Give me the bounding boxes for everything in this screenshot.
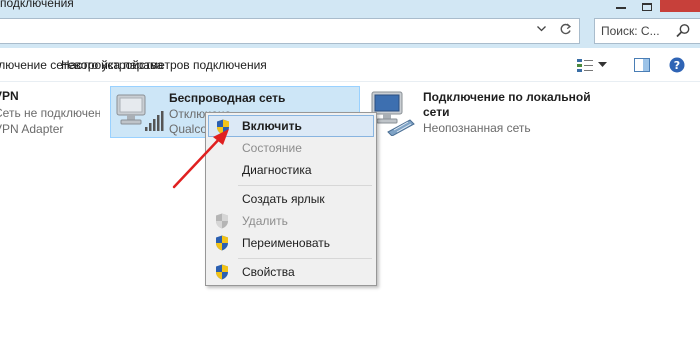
- shield-icon: [216, 264, 228, 280]
- shield-icon: [217, 119, 229, 135]
- menu-item-label: Состояние: [242, 141, 302, 155]
- search-icon: [676, 24, 690, 38]
- menu-item-diagnostics[interactable]: Диагностика: [208, 159, 374, 181]
- minimize-icon: [616, 7, 626, 9]
- address-history-button[interactable]: [534, 22, 548, 36]
- help-button[interactable]: ?: [668, 56, 686, 74]
- change-view-button[interactable]: [576, 56, 616, 74]
- title-bar: подключения: [0, 0, 700, 14]
- svg-text:?: ?: [674, 59, 680, 72]
- menu-item-label: Переименовать: [242, 236, 330, 250]
- wireless-network-icon: [116, 94, 164, 131]
- help-icon: ?: [669, 57, 685, 73]
- connection-adapter: VPN Adapter: [0, 122, 64, 136]
- search-button[interactable]: [675, 23, 693, 39]
- menu-item-create-shortcut[interactable]: Создать ярлык: [208, 188, 374, 210]
- shield-icon: [216, 213, 228, 229]
- change-settings-command[interactable]: Настройка параметров подключения: [61, 58, 267, 72]
- menu-item-status[interactable]: Состояние: [208, 137, 374, 159]
- command-bar: Отключение сетевого устройства Настройка…: [0, 48, 700, 82]
- menu-item-delete[interactable]: Удалить: [208, 210, 374, 232]
- menu-item-label: Создать ярлык: [242, 192, 325, 206]
- connection-item-vpn[interactable]: VPN Сеть не подключена VPN Adapter: [0, 86, 100, 146]
- connection-name: Беспроводная сеть: [169, 91, 286, 105]
- search-input[interactable]: [595, 19, 665, 43]
- minimize-button[interactable]: [608, 0, 634, 12]
- menu-item-rename[interactable]: Переименовать: [208, 232, 374, 254]
- view-options-icon: [577, 59, 593, 72]
- refresh-button[interactable]: [556, 20, 574, 38]
- address-field[interactable]: [0, 18, 580, 44]
- maximize-button[interactable]: [634, 0, 660, 12]
- menu-separator: [238, 258, 372, 259]
- menu-item-enable[interactable]: Включить: [208, 115, 374, 137]
- context-menu: Включить Состояние Диагностика Создать я…: [205, 112, 377, 286]
- menu-separator: [238, 185, 372, 186]
- chevron-down-icon: [536, 26, 546, 32]
- chevron-down-icon: [598, 62, 607, 67]
- search-box[interactable]: [594, 18, 700, 44]
- menu-item-label: Включить: [242, 119, 302, 133]
- connection-name: VPN: [0, 89, 19, 103]
- maximize-icon: [642, 3, 652, 11]
- refresh-icon: [560, 23, 571, 34]
- close-button[interactable]: [660, 0, 700, 12]
- preview-pane-icon: [634, 58, 650, 72]
- menu-item-label: Свойства: [242, 265, 295, 279]
- menu-item-properties[interactable]: Свойства: [208, 261, 374, 283]
- address-bar: [0, 14, 700, 48]
- window-title: подключения: [0, 0, 74, 10]
- connection-name-line2: сети: [423, 105, 450, 119]
- preview-pane-button[interactable]: [633, 56, 651, 74]
- connection-item-lan[interactable]: Подключение по локальной сети Неопознанн…: [366, 86, 606, 142]
- connection-name: Подключение по локальной: [423, 90, 591, 104]
- connection-status: Сеть не подключена: [0, 106, 100, 120]
- menu-item-label: Удалить: [242, 214, 288, 228]
- menu-item-label: Диагностика: [242, 163, 312, 177]
- connection-status: Неопознанная сеть: [423, 121, 531, 135]
- shield-icon: [216, 235, 228, 251]
